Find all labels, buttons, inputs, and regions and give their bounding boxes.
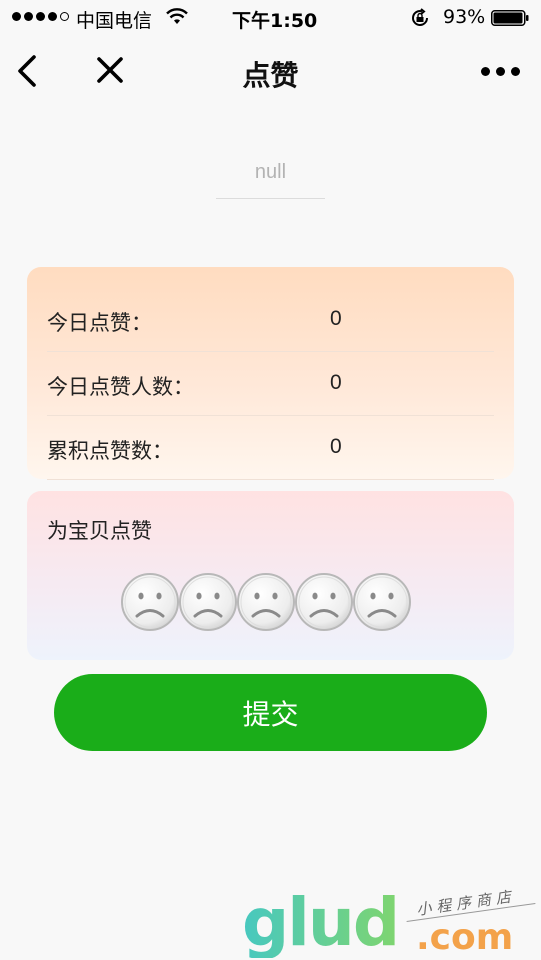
carrier-name: 中国电信 — [76, 10, 153, 32]
battery-percent: 93% — [443, 6, 486, 28]
rating-title: 为宝贝点赞 — [47, 519, 152, 543]
text-input[interactable] — [216, 146, 325, 199]
more-dots-icon[interactable] — [481, 67, 520, 76]
page: 中国电信 下午1:50 93% 点赞 null 今日点赞： 0 今日点赞人数： … — [0, 0, 541, 960]
stat-label: 今日点赞： — [47, 311, 152, 335]
battery-icon — [491, 10, 529, 26]
stat-value: 0 — [330, 307, 342, 330]
rating-faces — [119, 571, 411, 633]
page-title: 点赞 — [242, 59, 299, 92]
rotation-lock-icon — [412, 8, 428, 26]
nav-bar: 点赞 — [0, 40, 541, 104]
watermark-logo: glud 小程序商店 .com — [242, 884, 541, 960]
submit-button[interactable]: 提交 — [54, 674, 487, 751]
wifi-icon — [166, 8, 188, 24]
status-bar: 中国电信 下午1:50 93% — [0, 0, 541, 36]
watermark-tagline: 小程序商店 — [415, 887, 517, 919]
stat-value: 0 — [330, 371, 342, 394]
status-time: 下午1:50 — [232, 10, 318, 32]
watermark-domain: .com — [416, 917, 514, 958]
stat-label: 今日点赞人数： — [47, 375, 194, 399]
rating-card: 为宝贝点赞 — [27, 491, 514, 660]
stat-label: 累积点赞数： — [47, 439, 173, 463]
sad-face-icon[interactable] — [177, 571, 239, 633]
stat-row-total-likes: 累积点赞数： 0 — [47, 415, 494, 480]
stat-value: 0 — [330, 435, 342, 458]
stat-row-today-likes: 今日点赞： 0 — [47, 287, 494, 352]
watermark-brand: glud — [242, 884, 400, 960]
sad-face-icon[interactable] — [235, 571, 297, 633]
stat-row-today-likers: 今日点赞人数： 0 — [47, 351, 494, 416]
sad-face-icon[interactable] — [293, 571, 355, 633]
sad-face-icon[interactable] — [119, 571, 181, 633]
signal-strength-icon — [12, 12, 69, 21]
sad-face-icon[interactable] — [351, 571, 413, 633]
stats-card: 今日点赞： 0 今日点赞人数： 0 累积点赞数： 0 — [27, 267, 514, 480]
